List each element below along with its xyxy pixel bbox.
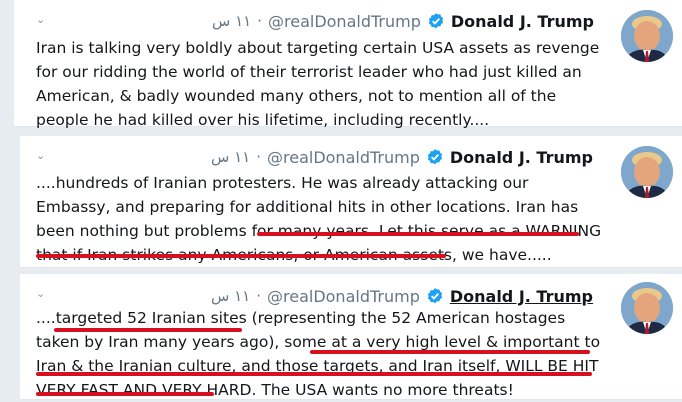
red-underline xyxy=(36,372,592,376)
chevron-down-icon[interactable]: ⌄ xyxy=(36,288,45,299)
tweet-time[interactable]: ١١ س xyxy=(212,12,251,30)
chevron-down-icon[interactable]: ⌄ xyxy=(36,14,45,25)
display-name[interactable]: Donald J. Trump xyxy=(451,12,594,31)
verified-badge-icon xyxy=(427,149,442,165)
tweet-text: ....targeted 52 Iranian sites (represent… xyxy=(36,309,601,399)
avatar[interactable] xyxy=(621,10,673,62)
avatar[interactable] xyxy=(621,146,673,198)
red-underline xyxy=(257,232,579,236)
display-name[interactable]: Donald J. Trump xyxy=(450,287,593,306)
verified-badge-icon xyxy=(427,288,442,304)
red-underline xyxy=(54,328,242,332)
user-handle[interactable]: @realDonaldTrump xyxy=(267,287,420,306)
tweet-header: ١١ س · @realDonaldTrump Donald J. Trump xyxy=(211,284,593,308)
tweet-1[interactable]: ⌄ ١١ س · @realDonaldTrump Donald J. Trum… xyxy=(14,0,682,129)
chevron-down-icon[interactable]: ⌄ xyxy=(36,150,45,161)
red-underline xyxy=(310,350,590,354)
tweet-text: ....hundreds of Iranian protesters. He w… xyxy=(36,174,602,264)
separator-dot: · xyxy=(256,287,261,305)
separator-dot: · xyxy=(256,148,261,166)
display-name[interactable]: Donald J. Trump xyxy=(450,148,593,167)
red-underline xyxy=(36,254,446,258)
tweet-header: ١١ س · @realDonaldTrump Donald J. Trump xyxy=(211,145,593,169)
verified-badge-icon xyxy=(428,13,443,29)
tweet-text: Iran is talking very boldly about target… xyxy=(36,39,600,129)
tweet-header: ١١ س · @realDonaldTrump Donald J. Trump xyxy=(212,9,594,33)
tweet-3[interactable]: ⌄ ١١ س · @realDonaldTrump Donald J. Trum… xyxy=(20,274,682,400)
user-handle[interactable]: @realDonaldTrump xyxy=(268,12,421,31)
user-handle[interactable]: @realDonaldTrump xyxy=(267,148,420,167)
red-underline xyxy=(36,392,214,396)
separator-dot: · xyxy=(257,12,262,30)
tweet-time[interactable]: ١١ س xyxy=(211,148,250,166)
tweet-2[interactable]: ⌄ ١١ س · @realDonaldTrump Donald J. Trum… xyxy=(20,136,682,268)
avatar[interactable] xyxy=(621,282,673,334)
tweet-time[interactable]: ١١ س xyxy=(211,287,250,305)
